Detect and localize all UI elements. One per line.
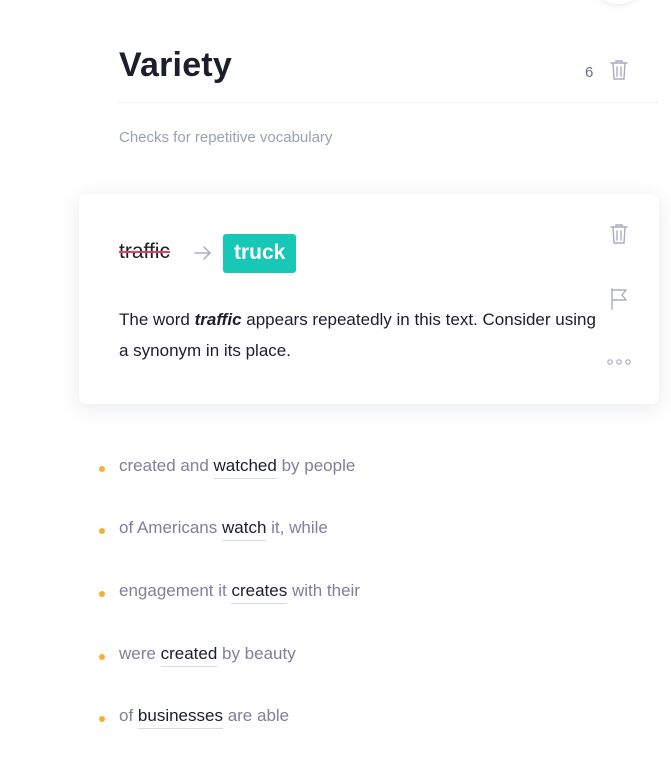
more-icon[interactable] [606,356,632,368]
flag-icon[interactable] [609,287,631,311]
description-word: traffic [194,310,242,329]
occurrence-item[interactable]: of Americans watch it, while [99,518,328,546]
description-text: The word [119,310,195,329]
occurrence-context: it, while [266,518,328,537]
floating-button[interactable] [596,0,640,4]
occurrence-context: engagement it [119,581,232,600]
occurrence-word: created [160,644,218,667]
suggestion-card: traffic truck The word traffic appears r… [79,194,659,404]
occurrence-context: are able [222,706,290,725]
occurrence-word: watch [222,518,267,541]
trash-icon[interactable] [608,222,630,246]
occurrence-context: created and [119,456,214,475]
page-title: Variety [119,46,232,84]
occurrence-item[interactable]: were created by beauty [99,644,296,672]
occurrence-word: creates [231,581,288,604]
suggestion-button[interactable]: truck [223,234,297,273]
variety-panel: Variety 6 Checks for repetitive vocabula… [0,0,671,775]
bullet-dot [99,466,105,472]
category-subtitle: Checks for repetitive vocabulary [119,129,333,146]
category-header: Variety 6 [119,46,659,103]
occurrence-context: by beauty [217,644,296,663]
bullet-dot [99,591,105,597]
occurrence-item[interactable]: engagement it creates with their [99,581,360,609]
occurrence-context: of Americans [119,518,222,537]
occurrence-word: businesses [137,706,223,729]
occurrence-context: with their [287,581,360,600]
occurrence-item[interactable]: created and watched by people [99,456,356,484]
bullet-dot [99,528,105,534]
occurrence-context: of [119,706,138,725]
occurrence-context: were [119,644,161,663]
issue-count: 6 [585,64,594,81]
original-word: traffic [119,240,170,263]
occurrence-context: by people [276,456,356,475]
occurrence-word: watched [213,456,277,479]
suggestion-description: The word traffic appears repeatedly in t… [119,304,599,366]
bullet-dot [99,716,105,722]
arrow-right-icon [193,245,213,261]
trash-icon[interactable] [608,58,630,82]
bullet-dot [99,654,105,660]
occurrence-item[interactable]: of businesses are able [99,706,290,734]
